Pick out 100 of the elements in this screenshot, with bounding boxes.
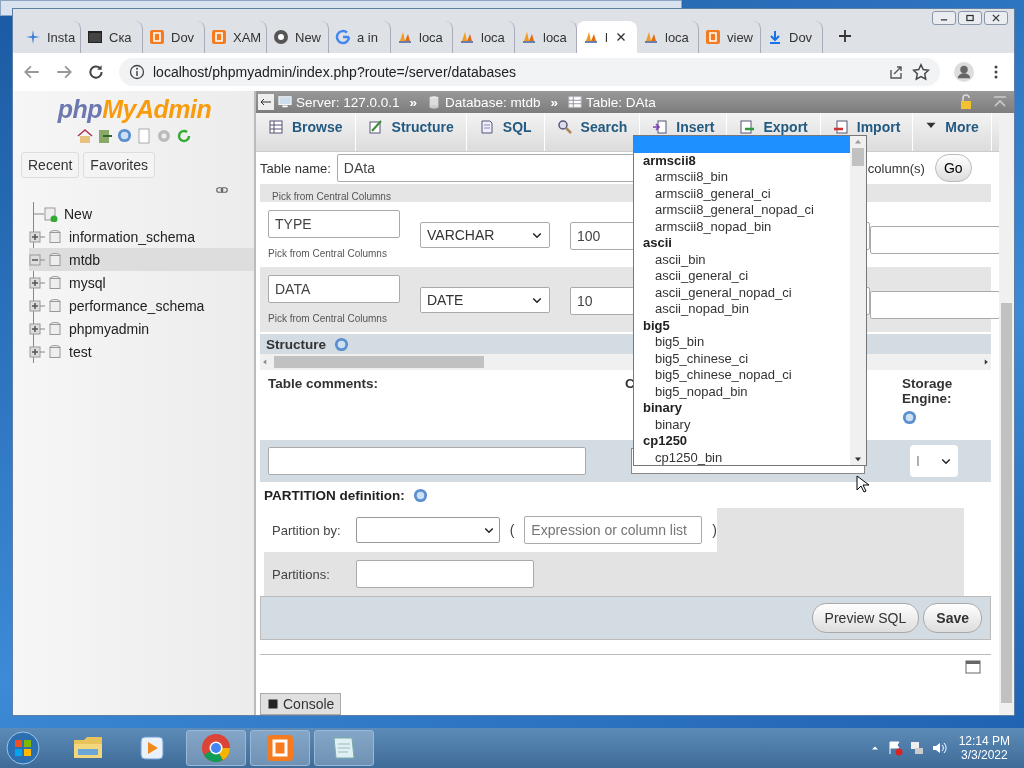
expand-icon[interactable]: [29, 274, 45, 291]
storage-engine-select[interactable]: I: [910, 445, 958, 477]
close-button[interactable]: [984, 11, 1008, 25]
link-icon[interactable]: [214, 184, 230, 196]
chrome-icon[interactable]: [200, 732, 232, 764]
go-button[interactable]: Go: [934, 154, 972, 182]
google-icon: [335, 29, 351, 45]
nav-tab[interactable]: SQL: [466, 113, 545, 151]
settings-icon[interactable]: [156, 128, 172, 144]
default-field[interactable]: [870, 291, 999, 319]
collation-option[interactable]: big5_bin: [634, 334, 850, 351]
sidebar-tab-button[interactable]: Favorites: [83, 152, 155, 178]
tree-item[interactable]: New: [64, 205, 92, 222]
home-icon[interactable]: [77, 128, 93, 144]
table-icon: [567, 95, 582, 109]
expand-icon[interactable]: [29, 297, 45, 314]
window-icon[interactable]: [965, 659, 981, 675]
breadcrumb-link[interactable]: Table: DAta: [585, 94, 656, 110]
nav-tab[interactable]: Structure: [355, 113, 467, 151]
tree-row[interactable]: information_schema: [29, 225, 254, 248]
share-icon[interactable]: [888, 64, 904, 80]
nav-tab[interactable]: More: [913, 113, 992, 151]
network-icon[interactable]: [908, 740, 925, 756]
collation-option[interactable]: big5_chinese_nopad_ci: [634, 367, 850, 384]
expand-icon[interactable]: [29, 320, 45, 337]
dropdown-scrollbar[interactable]: [850, 136, 866, 465]
taskbar-app[interactable]: [314, 730, 374, 766]
flag-icon[interactable]: [886, 740, 903, 756]
scrollbar-thumb[interactable]: [274, 356, 484, 368]
reload-icon[interactable]: [87, 63, 105, 81]
new-database-icon[interactable]: [34, 205, 58, 222]
maximize-button[interactable]: [958, 11, 982, 25]
table-comments-field[interactable]: [268, 447, 586, 475]
tree-row[interactable]: performance_schema: [29, 294, 254, 317]
collation-option[interactable]: big5_chinese_ci: [634, 350, 850, 367]
plus-icon: [837, 28, 853, 44]
back-icon[interactable]: [23, 63, 41, 81]
volume-icon[interactable]: [930, 740, 947, 756]
expand-icon[interactable]: [29, 343, 45, 360]
help-icon[interactable]: [334, 336, 349, 352]
collation-option[interactable]: cp1250_bin: [634, 449, 850, 465]
option-group-label: big5: [642, 317, 671, 334]
collation-option[interactable]: armscii8_general_ci: [634, 185, 850, 202]
xampp-icon[interactable]: [264, 732, 296, 764]
central-columns-link[interactable]: Pick from Central Columns: [268, 248, 400, 259]
help-icon[interactable]: [902, 410, 917, 425]
help-icon[interactable]: [117, 128, 132, 143]
form-button[interactable]: Preview SQL: [811, 603, 920, 633]
breadcrumb-link[interactable]: Database: mtdb: [445, 94, 541, 110]
forward-icon[interactable]: [55, 63, 73, 81]
lock-icon[interactable]: [958, 94, 974, 110]
vertical-scrollbar[interactable]: [999, 113, 1014, 715]
breadcrumb-link[interactable]: Server: 127.0.0.1: [296, 94, 400, 110]
exit-icon[interactable]: [97, 128, 113, 144]
column-name-field[interactable]: TYPE: [268, 210, 400, 238]
type-select[interactable]: VARCHAR: [420, 222, 550, 248]
taskbar-app[interactable]: [250, 730, 310, 766]
collation-option[interactable]: ascii_nopad_bin: [634, 301, 850, 318]
taskbar-app[interactable]: [186, 730, 246, 766]
database-icon: [47, 320, 63, 337]
star-icon[interactable]: [912, 63, 930, 81]
column-name-field[interactable]: DATA: [268, 275, 400, 303]
form-button[interactable]: Save: [923, 603, 982, 633]
default-field[interactable]: [870, 226, 999, 254]
help-icon[interactable]: [412, 487, 428, 503]
collation-option[interactable]: armscii8_general_nopad_ci: [634, 202, 850, 219]
collation-option[interactable]: ascii_bin: [634, 251, 850, 268]
tree-row[interactable]: test: [29, 340, 254, 363]
new-tab-button[interactable]: [837, 28, 853, 44]
profile-icon[interactable]: [954, 62, 974, 82]
logo[interactable]: phpMyAdmin: [57, 95, 212, 124]
central-columns-link[interactable]: Pick from Central Columns: [268, 313, 400, 324]
start-button-icon[interactable]: [6, 731, 40, 765]
clock[interactable]: 12:14 PM 3/3/2022: [958, 734, 1010, 762]
sidebar-tab-button[interactable]: Recent: [21, 152, 80, 178]
terminal-icon: [87, 29, 103, 45]
address-bar[interactable]: localhost/phpmyadmin/index.php?route=/server/databases: [119, 58, 940, 86]
central-columns-link[interactable]: Pick from Central Columns: [272, 191, 391, 202]
collation-option[interactable]: binary: [634, 416, 850, 433]
type-select[interactable]: DATE: [420, 287, 550, 313]
browser-tab[interactable]: l: [577, 21, 637, 53]
tree-row[interactable]: phpmyadmin: [29, 317, 254, 340]
tree-row[interactable]: mtdb: [29, 248, 254, 271]
scrollbar-thumb[interactable]: [1001, 303, 1012, 703]
partitions-field[interactable]: [356, 560, 534, 588]
collation-option[interactable]: armscii8_nopad_bin: [634, 218, 850, 235]
nav-tab[interactable]: Browse: [256, 113, 356, 151]
expression-field[interactable]: Expression or column list: [524, 516, 703, 544]
partition-by-select[interactable]: [355, 517, 500, 543]
collapse-icon[interactable]: [29, 251, 45, 268]
collation-option[interactable]: big5_nopad_bin: [634, 383, 850, 400]
section-heading: PARTITION definition:: [264, 487, 405, 503]
console-tab[interactable]: Console: [260, 693, 342, 715]
collation-option[interactable]: ascii_general_nopad_ci: [634, 284, 850, 301]
scrollbar-thumb[interactable]: [852, 148, 864, 166]
collation-dropdown-list[interactable]: [633, 135, 867, 466]
expand-icon[interactable]: [29, 228, 45, 245]
collation-option[interactable]: ascii_general_ci: [634, 268, 850, 285]
tree-row[interactable]: mysql: [29, 271, 254, 294]
option-group-label: ascii: [642, 235, 673, 252]
